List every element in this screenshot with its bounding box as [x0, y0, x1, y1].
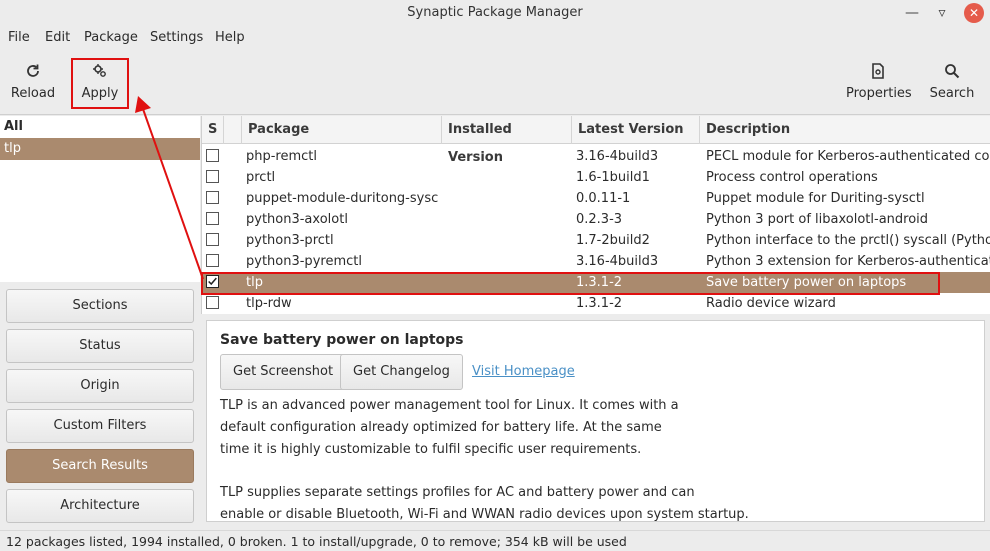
menu-file[interactable]: File: [8, 30, 30, 45]
status-checkbox[interactable]: [206, 191, 219, 204]
package-name: prctl: [246, 170, 276, 185]
status-checkbox[interactable]: [206, 296, 219, 309]
get-screenshot-button[interactable]: Get Screenshot: [220, 354, 347, 390]
filter-list-item-all[interactable]: All: [0, 116, 200, 138]
properties-label: Properties: [846, 86, 912, 101]
package-description: Puppet module for Duriting-sysctl: [706, 191, 925, 206]
status-checkbox[interactable]: [206, 233, 219, 246]
details-description-line: enable or disable Bluetooth, Wi-Fi and W…: [220, 507, 749, 522]
package-description: PECL module for Kerberos-authenticated c…: [706, 149, 990, 164]
details-description-line: TLP supplies separate settings profiles …: [220, 485, 695, 500]
status-button[interactable]: Status: [6, 329, 194, 363]
column-installed-version[interactable]: Installed Version: [442, 116, 572, 165]
table-header: S Package Installed Version Latest Versi…: [202, 116, 990, 165]
sections-button[interactable]: Sections: [6, 289, 194, 323]
column-latest-version[interactable]: Latest Version: [572, 116, 700, 144]
status-checkbox[interactable]: [206, 254, 219, 267]
maximize-icon[interactable]: ▿: [932, 3, 952, 23]
properties-button[interactable]: Properties: [846, 58, 912, 108]
filter-list: All tlp: [0, 116, 200, 282]
details-description-line: default configuration already optimized …: [220, 420, 662, 435]
package-name: python3-axolotl: [246, 212, 348, 227]
search-label: Search: [929, 86, 975, 101]
package-description: Python 3 extension for Kerberos-authenti…: [706, 254, 990, 269]
window-title: Synaptic Package Manager: [407, 5, 583, 20]
menu-bar: File Edit Package Settings Help: [0, 26, 990, 50]
package-name: python3-prctl: [246, 233, 334, 248]
details-title: Save battery power on laptops: [220, 332, 464, 348]
search-results-button[interactable]: Search Results: [6, 449, 194, 483]
package-description: Radio device wizard: [706, 296, 836, 311]
package-description: Python 3 port of libaxolotl-android: [706, 212, 929, 227]
filter-list-item-tlp[interactable]: tlp: [0, 138, 200, 160]
column-description[interactable]: Description: [700, 116, 990, 144]
column-package[interactable]: Package: [242, 116, 442, 144]
package-description: Python interface to the prctl() syscall …: [706, 233, 990, 248]
latest-version: 0.2.3-3: [576, 212, 623, 227]
minimize-icon[interactable]: —: [902, 3, 922, 23]
visit-homepage-link[interactable]: Visit Homepage: [472, 364, 575, 379]
package-name: puppet-module-duritong-sysctl: [246, 191, 438, 206]
selected-row-annotation-box: [201, 272, 940, 295]
toolbar-divider: [0, 114, 990, 115]
status-bar: 12 packages listed, 1994 installed, 0 br…: [0, 530, 990, 551]
toolbar: Reload Apply Properties Search: [0, 52, 990, 114]
status-checkbox[interactable]: [206, 149, 219, 162]
status-checkbox[interactable]: [206, 212, 219, 225]
package-name: python3-pyremctl: [246, 254, 362, 269]
latest-version: 0.0.11-1: [576, 191, 631, 206]
custom-filters-button[interactable]: Custom Filters: [6, 409, 194, 443]
latest-version: 3.16-4build3: [576, 149, 659, 164]
column-status[interactable]: S: [202, 116, 224, 144]
table-row[interactable]: tlp-rdw 1.3.1-2 Radio device wizard: [202, 293, 990, 314]
apply-annotation-box: [71, 58, 129, 109]
status-checkbox[interactable]: [206, 170, 219, 183]
menu-package[interactable]: Package: [84, 30, 138, 45]
properties-icon: [872, 63, 884, 79]
reload-label: Reload: [10, 86, 56, 101]
table-row[interactable]: python3-prctl 1.7-2build2 Python interfa…: [202, 230, 990, 251]
get-changelog-button[interactable]: Get Changelog: [340, 354, 463, 390]
title-bar: Synaptic Package Manager — ▿ ✕: [0, 0, 990, 26]
column-support[interactable]: [224, 116, 242, 144]
table-row[interactable]: php-remctl 3.16-4build3 PECL module for …: [202, 146, 990, 167]
table-row[interactable]: python3-pyremctl 3.16-4build3 Python 3 e…: [202, 251, 990, 272]
latest-version: 1.3.1-2: [576, 296, 623, 311]
table-row[interactable]: python3-axolotl 0.2.3-3 Python 3 port of…: [202, 209, 990, 230]
table-row[interactable]: prctl 1.6-1build1 Process control operat…: [202, 167, 990, 188]
close-icon[interactable]: ✕: [964, 3, 984, 23]
latest-version: 1.6-1build1: [576, 170, 650, 185]
latest-version: 3.16-4build3: [576, 254, 659, 269]
details-description-line: time it is highly customizable to fulfil…: [220, 442, 642, 457]
reload-icon: [27, 64, 39, 77]
latest-version: 1.7-2build2: [576, 233, 650, 248]
table-row[interactable]: puppet-module-duritong-sysctl 0.0.11-1 P…: [202, 188, 990, 209]
package-name: tlp-rdw: [246, 296, 292, 311]
details-description-line: TLP is an advanced power management tool…: [220, 398, 679, 413]
package-name: php-remctl: [246, 149, 318, 164]
package-details: Save battery power on laptops Get Screen…: [206, 320, 985, 522]
menu-help[interactable]: Help: [215, 30, 245, 45]
menu-edit[interactable]: Edit: [45, 30, 70, 45]
search-button[interactable]: Search: [922, 58, 982, 108]
architecture-button[interactable]: Architecture: [6, 489, 194, 523]
search-icon: [945, 64, 960, 79]
origin-button[interactable]: Origin: [6, 369, 194, 403]
reload-button[interactable]: Reload: [3, 58, 63, 108]
package-description: Process control operations: [706, 170, 878, 185]
menu-settings[interactable]: Settings: [150, 30, 203, 45]
